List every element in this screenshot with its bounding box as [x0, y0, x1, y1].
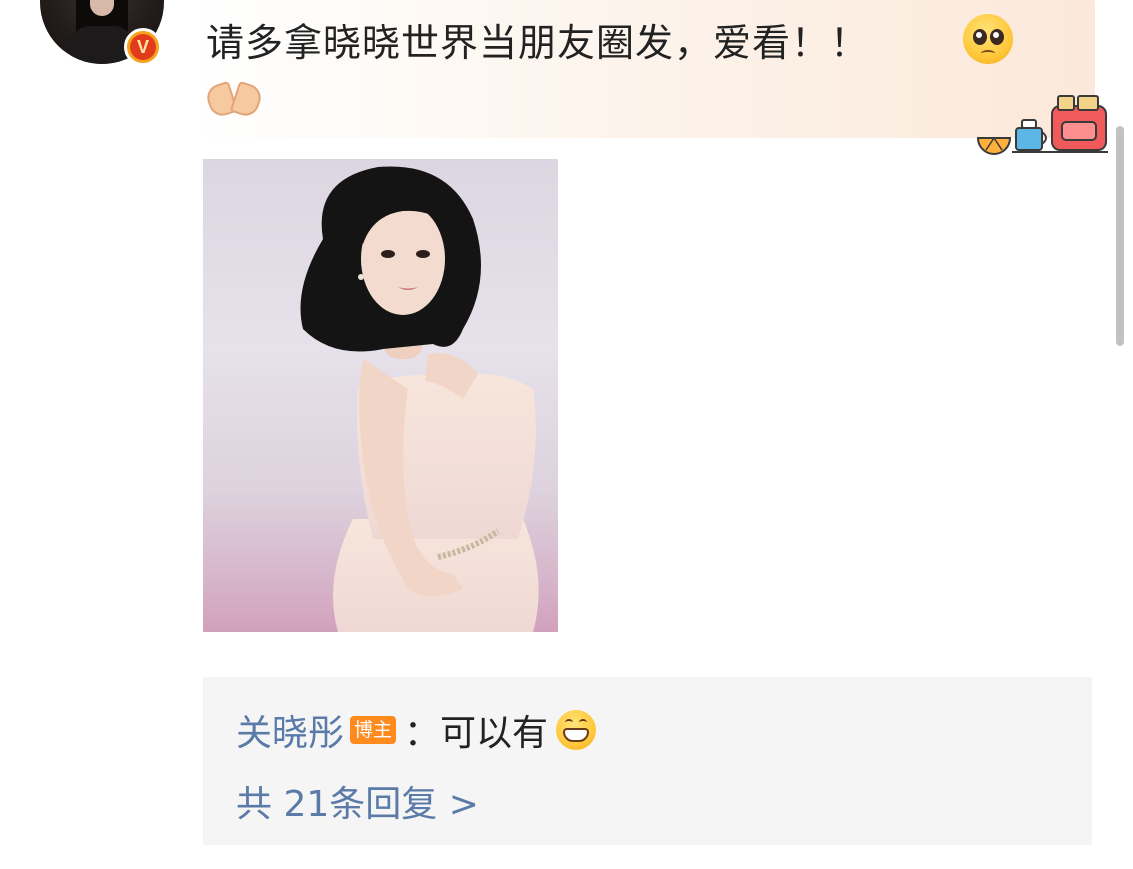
reply-separator: ：	[404, 713, 441, 754]
verified-badge-icon: V	[124, 28, 162, 66]
emoji-mouth	[981, 50, 995, 57]
heart-hand-right	[229, 80, 265, 120]
pleading-face-icon	[963, 14, 1013, 64]
reply-author-link[interactable]: 关晓彤	[236, 704, 344, 756]
emoji-eye-left	[565, 719, 574, 726]
reply-line: 关晓彤 博主 ： 可以有	[236, 704, 597, 756]
verified-badge-letter: V	[130, 34, 156, 60]
post-photo[interactable]	[203, 159, 558, 632]
scrollbar-thumb[interactable]	[1116, 126, 1124, 346]
comment-thread: V 请多拿晓晓世界当朋友圈发，爱看！！ 关晓彤 博主 ： 可以有 共 21条回复…	[0, 0, 1133, 869]
comment-text: 请多拿晓晓世界当朋友圈发，爱看！！	[206, 21, 870, 65]
blogger-badge: 博主	[350, 716, 397, 744]
emoji-eye-right	[579, 719, 588, 726]
breakfast-decoration-icon	[976, 95, 1108, 155]
emoji-eye-right	[990, 29, 1004, 45]
emoji-teeth	[563, 728, 590, 742]
heart-hands-icon	[203, 80, 265, 120]
emoji-eye-left	[973, 29, 987, 45]
portrait-illustration	[203, 166, 558, 632]
view-all-replies-link[interactable]: 共 21条回复 >	[236, 775, 479, 827]
grinning-face-icon	[556, 710, 597, 750]
reply-text: 可以有	[440, 713, 549, 754]
